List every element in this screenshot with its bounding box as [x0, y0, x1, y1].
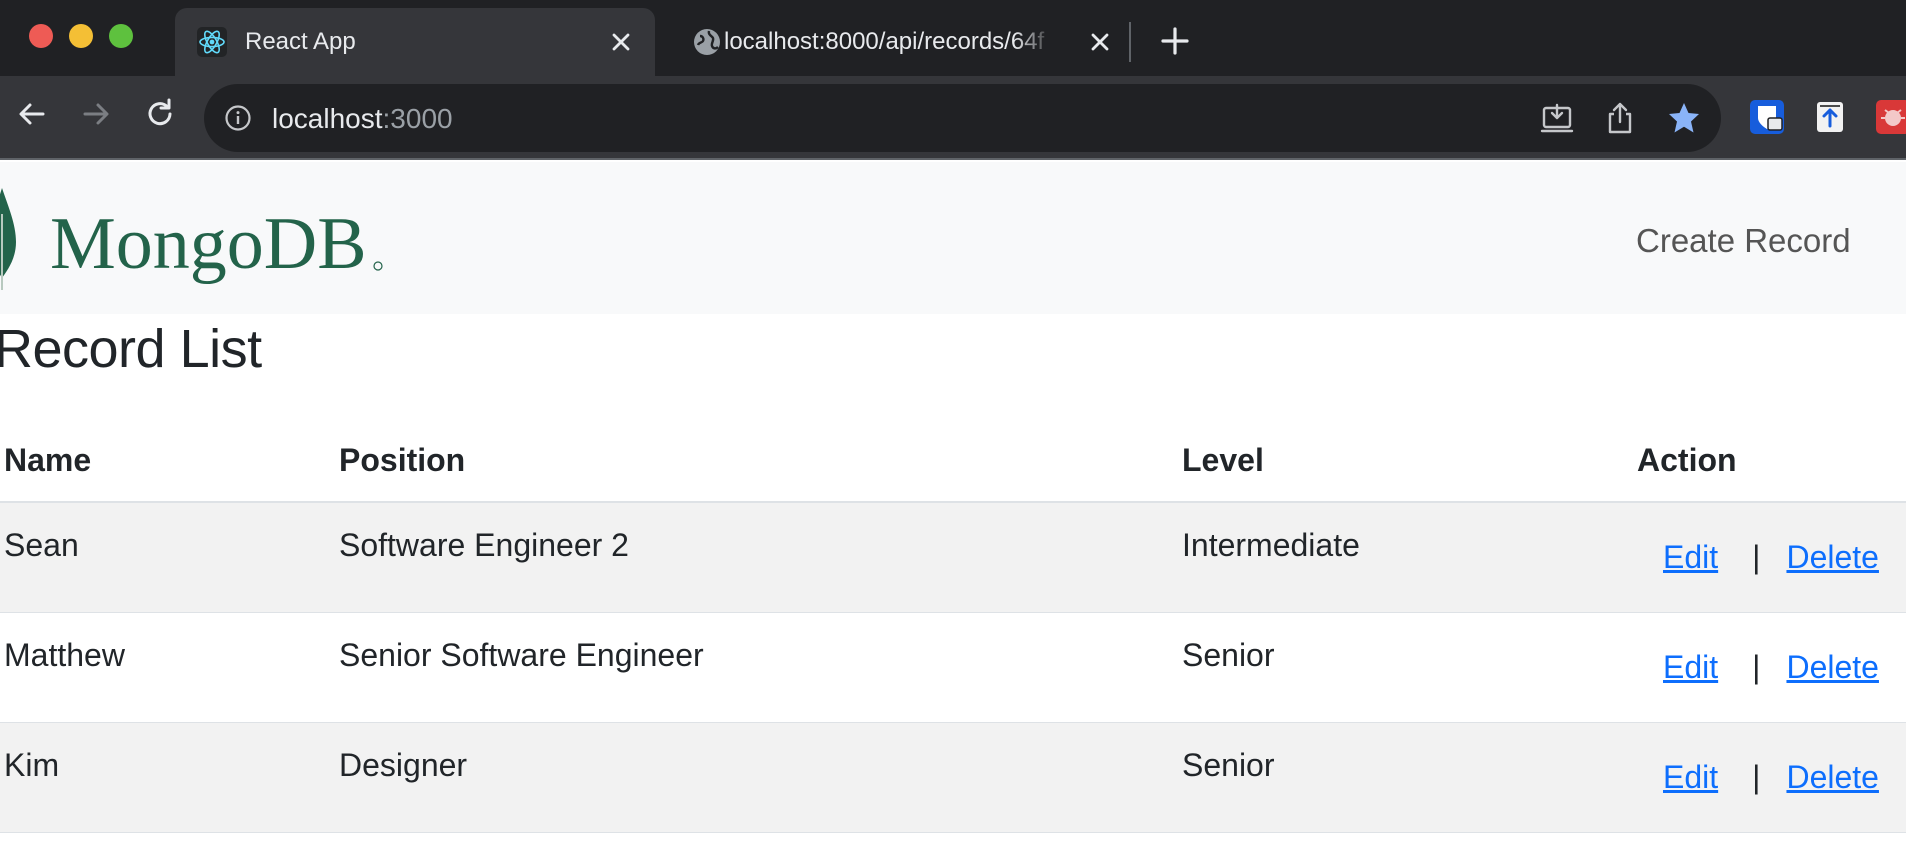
page-title: Record List [0, 319, 262, 379]
globe-icon [694, 29, 720, 55]
tab-title: React App [245, 28, 356, 55]
column-header-action: Action [1637, 432, 1906, 503]
tab-title: localhost:8000/api/records/64f [724, 28, 1045, 55]
tab-api-records[interactable]: localhost:8000/api/records/64f [670, 8, 1120, 76]
close-tab-icon[interactable] [605, 26, 637, 58]
tab-react-app[interactable]: React App [175, 8, 655, 76]
close-window-button[interactable] [29, 24, 53, 48]
column-header-position: Position [339, 432, 1182, 503]
cell-level: Senior [1182, 722, 1637, 833]
bug-extension-icon[interactable] [1876, 100, 1906, 134]
brand-text: MongoDB [50, 203, 367, 285]
table-header-row: Name Position Level Action [0, 432, 1906, 503]
close-tab-icon[interactable] [1084, 26, 1116, 58]
edit-link[interactable]: Edit [1663, 759, 1718, 795]
app-navbar: MongoDB Create Record [0, 162, 1906, 314]
delete-link[interactable]: Delete [1786, 649, 1879, 685]
table-row: Kim Designer Senior Edit | Delete [0, 722, 1906, 833]
share-icon[interactable] [1603, 101, 1637, 135]
cell-level: Intermediate [1182, 502, 1637, 613]
back-icon[interactable] [14, 96, 50, 132]
bookmark-star-icon[interactable] [1667, 101, 1701, 135]
react-icon [197, 27, 227, 57]
reload-icon[interactable] [142, 96, 178, 132]
cell-action: Edit | Delete [1637, 722, 1906, 833]
cell-position: Designer [339, 722, 1182, 833]
forward-icon[interactable] [78, 96, 114, 132]
delete-link[interactable]: Delete [1786, 759, 1879, 795]
address-bar[interactable]: localhost:3000 [204, 84, 1721, 152]
action-separator: | [1752, 648, 1761, 685]
cell-position: Software Engineer 2 [339, 502, 1182, 613]
bitwarden-extension-icon[interactable] [1750, 100, 1784, 134]
cell-name: Matthew [0, 612, 339, 723]
table-row: Sean Software Engineer 2 Intermediate Ed… [0, 502, 1906, 613]
cell-name: Sean [0, 502, 339, 613]
create-record-link[interactable]: Create Record [1636, 222, 1851, 260]
maximize-window-button[interactable] [109, 24, 133, 48]
delete-link[interactable]: Delete [1786, 539, 1879, 575]
cell-action: Edit | Delete [1637, 612, 1906, 723]
action-separator: | [1752, 758, 1761, 795]
column-header-name: Name [0, 432, 339, 503]
url-port: :3000 [382, 103, 453, 134]
site-info-icon[interactable] [224, 104, 252, 132]
url-host: localhost [272, 103, 383, 134]
upload-extension-icon[interactable] [1813, 100, 1847, 134]
browser-tab-strip: React App localhost:8000/api/records/64f [0, 0, 1906, 76]
column-header-level: Level [1182, 432, 1637, 503]
cell-position: Senior Software Engineer [339, 612, 1182, 723]
new-tab-icon[interactable] [1158, 24, 1192, 58]
minimize-window-button[interactable] [69, 24, 93, 48]
browser-toolbar: localhost:3000 [0, 76, 1906, 160]
edit-link[interactable]: Edit [1663, 539, 1718, 575]
url-text[interactable]: localhost:3000 [272, 103, 453, 135]
tab-divider [1129, 22, 1131, 62]
action-separator: | [1752, 539, 1761, 575]
cell-name: Kim [0, 722, 339, 833]
edit-link[interactable]: Edit [1663, 649, 1718, 685]
cell-action: Edit | Delete [1637, 502, 1906, 613]
table-row: Matthew Senior Software Engineer Senior … [0, 612, 1906, 723]
records-table: Name Position Level Action Sean Software… [0, 432, 1906, 833]
mongodb-logo[interactable]: MongoDB [0, 184, 394, 294]
cell-level: Senior [1182, 612, 1637, 723]
install-app-icon[interactable] [1540, 101, 1574, 135]
